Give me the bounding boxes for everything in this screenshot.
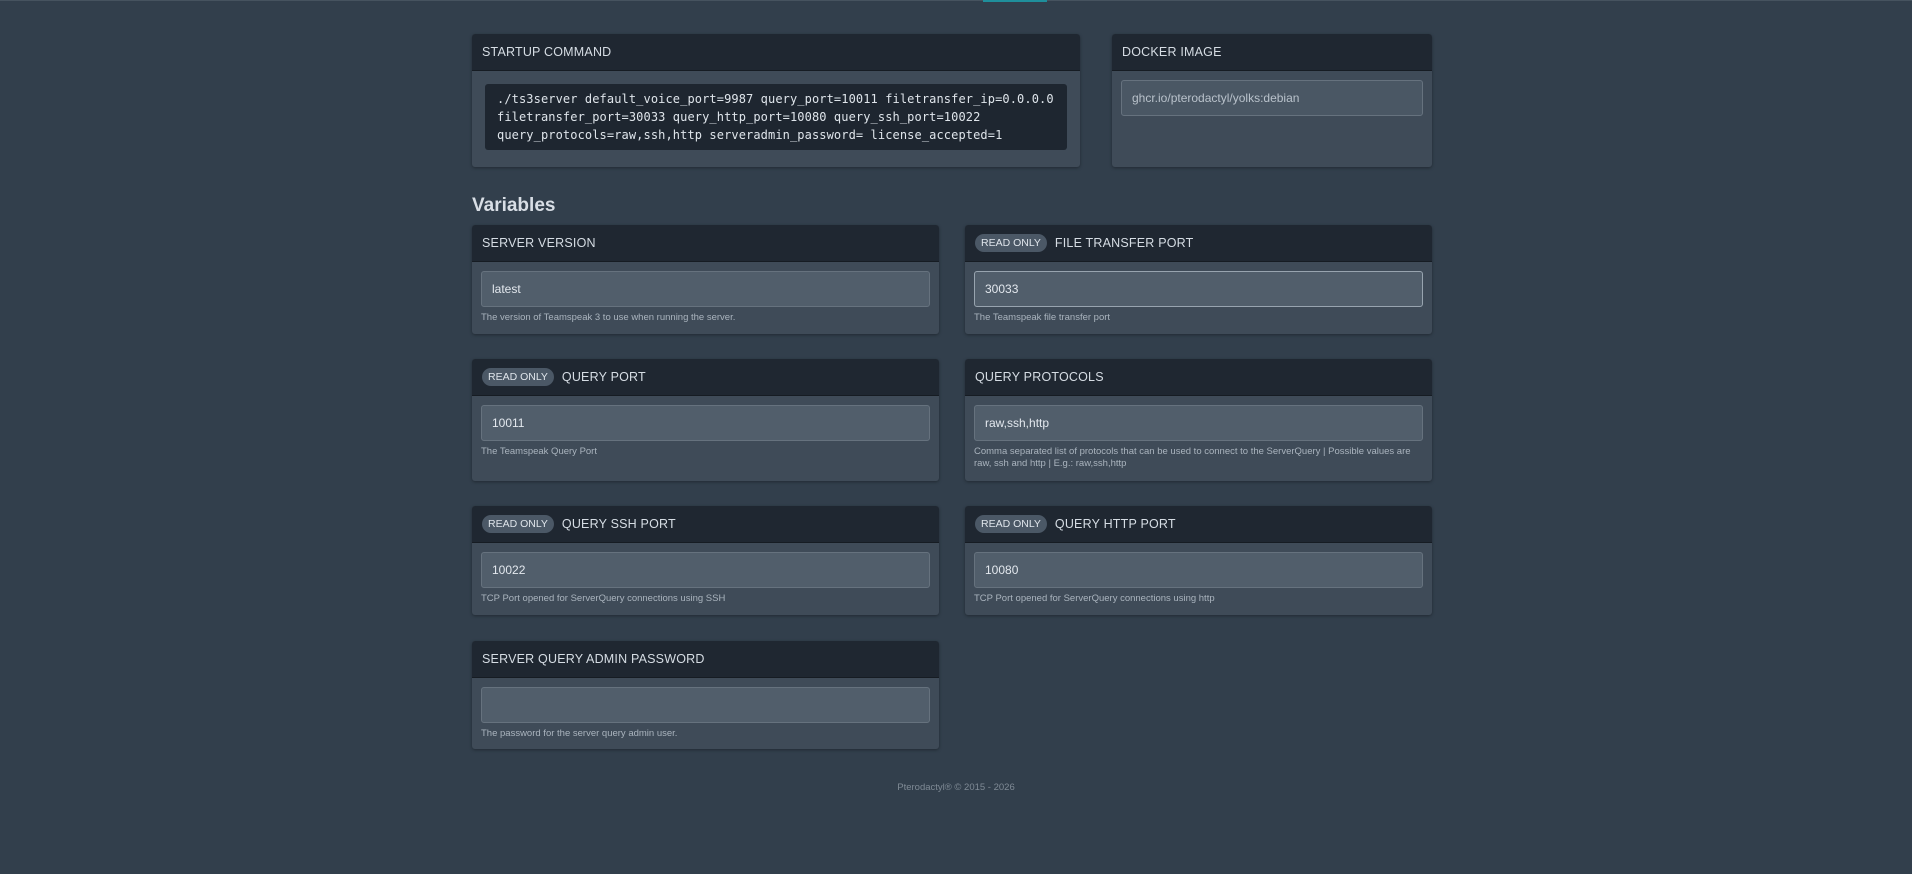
- query-protocols-input[interactable]: raw,ssh,http: [974, 405, 1423, 441]
- variable-card-query-http-port: READ ONLY QUERY HTTP PORT 10080 TCP Port…: [965, 506, 1432, 615]
- variable-card-query-port: READ ONLY QUERY PORT 10011 The Teamspeak…: [472, 359, 939, 481]
- startup-command-text: ./ts3server default_voice_port=9987 quer…: [485, 84, 1067, 150]
- command-line: filetransfer_port=30033 query_http_port=…: [497, 110, 981, 124]
- variable-card-file-transfer-port: READ ONLY FILE TRANSFER PORT 30033 The T…: [965, 225, 1432, 334]
- variable-name: QUERY PROTOCOLS: [965, 359, 1432, 396]
- read-only-badge: READ ONLY: [482, 515, 554, 533]
- query-http-port-input[interactable]: 10080: [974, 552, 1423, 588]
- docker-image-title: DOCKER IMAGE: [1112, 34, 1432, 71]
- variable-card-query-ssh-port: READ ONLY QUERY SSH PORT 10022 TCP Port …: [472, 506, 939, 615]
- variable-description: The password for the server query admin …: [481, 728, 678, 739]
- variable-name: READ ONLY FILE TRANSFER PORT: [965, 225, 1432, 262]
- active-tab-indicator: [983, 0, 1047, 2]
- read-only-badge: READ ONLY: [975, 515, 1047, 533]
- variable-description: The Teamspeak Query Port: [481, 446, 597, 457]
- variable-description: The version of Teamspeak 3 to use when r…: [481, 312, 736, 323]
- startup-command-card: STARTUP COMMAND ./ts3server default_voic…: [472, 34, 1080, 167]
- variable-name: READ ONLY QUERY HTTP PORT: [965, 506, 1432, 543]
- file-transfer-port-input[interactable]: 30033: [974, 271, 1423, 307]
- server-version-input[interactable]: latest: [481, 271, 930, 307]
- variable-description: TCP Port opened for ServerQuery connecti…: [974, 593, 1215, 604]
- variables-heading: Variables: [472, 195, 556, 216]
- variable-description: Comma separated list of protocols that c…: [974, 446, 1411, 469]
- variable-name: SERVER VERSION: [472, 225, 939, 262]
- read-only-badge: READ ONLY: [482, 368, 554, 386]
- variable-card-query-protocols: QUERY PROTOCOLS raw,ssh,http Comma separ…: [965, 359, 1432, 481]
- footer-copyright: Pterodactyl® © 2015 - 2026: [897, 782, 1015, 793]
- variable-card-server-query-admin-password: SERVER QUERY ADMIN PASSWORD The password…: [472, 641, 939, 749]
- command-line: query_protocols=raw,ssh,http serveradmin…: [497, 128, 1003, 142]
- variable-card-server-version: SERVER VERSION latest The version of Tea…: [472, 225, 939, 334]
- server-query-admin-password-input[interactable]: [481, 687, 930, 723]
- query-ssh-port-input[interactable]: 10022: [481, 552, 930, 588]
- variable-name: READ ONLY QUERY SSH PORT: [472, 506, 939, 543]
- variable-description: TCP Port opened for ServerQuery connecti…: [481, 593, 726, 604]
- query-port-input[interactable]: 10011: [481, 405, 930, 441]
- variable-description: The Teamspeak file transfer port: [974, 312, 1111, 323]
- docker-image-card: DOCKER IMAGE ghcr.io/pterodactyl/yolks:d…: [1112, 34, 1432, 167]
- command-line: ./ts3server default_voice_port=9987 quer…: [497, 92, 1054, 106]
- top-border: [0, 0, 1912, 1]
- variable-name: READ ONLY QUERY PORT: [472, 359, 939, 396]
- read-only-badge: READ ONLY: [975, 234, 1047, 252]
- variable-name: SERVER QUERY ADMIN PASSWORD: [472, 641, 939, 678]
- startup-command-title: STARTUP COMMAND: [472, 34, 1080, 71]
- docker-image-field[interactable]: ghcr.io/pterodactyl/yolks:debian: [1121, 80, 1423, 116]
